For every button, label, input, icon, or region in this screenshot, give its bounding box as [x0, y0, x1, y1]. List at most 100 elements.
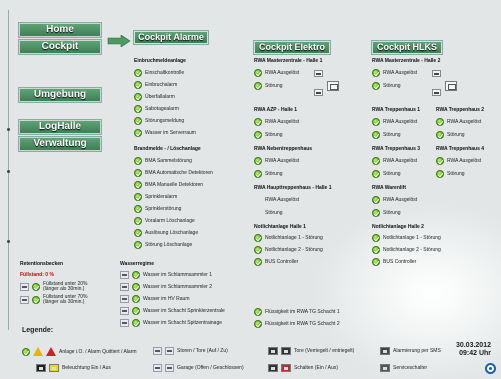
status-row[interactable]: Störung [254, 169, 283, 179]
toggle-box-icon[interactable] [432, 70, 441, 77]
status-ok-icon [134, 169, 142, 177]
retention-item-1[interactable]: Füllstand unter 20% (länger als 30min.) [20, 281, 103, 293]
notl2-title: Notlichtanlage Halle 2 [372, 224, 424, 230]
status-row[interactable]: Sprinkleralarm [134, 192, 177, 202]
status-ok-icon [254, 118, 262, 126]
status-row[interactable]: Notlichtanlage 2 - Störung [372, 245, 441, 255]
nav-home-button[interactable]: Home [19, 23, 101, 37]
tor-locked-icon [268, 347, 278, 355]
status-row[interactable]: Wasser im Serverraum [134, 128, 196, 138]
status-row[interactable]: Wasser im Schacht Spitzentrainage [120, 318, 222, 328]
record-icon[interactable] [485, 363, 496, 374]
status-row[interactable]: RWA Ausgelöst [372, 68, 417, 78]
status-ok-icon [134, 105, 142, 113]
nav-umgebung-button[interactable]: Umgebung [19, 88, 101, 102]
status-row[interactable]: Störung [436, 169, 465, 179]
status-label: RWA Ausgelöst [383, 197, 418, 203]
legend-sms: Alarmierung per SMS [380, 347, 441, 355]
status-row[interactable]: RWA Ausgelöst [254, 156, 299, 166]
status-row[interactable]: Störung Löschanlage [134, 240, 192, 250]
status-row[interactable]: Auslösung Löschanlage [134, 228, 198, 238]
status-row[interactable]: BUS Controller [372, 257, 416, 267]
storen-closed-icon [165, 347, 174, 355]
status-label: RWA Ausgelöst [447, 119, 482, 125]
status-ok-icon [32, 296, 40, 304]
retention-item-2[interactable]: Füllstand unter 70% (länger als 30min.) [20, 294, 103, 306]
status-row[interactable]: Notlichtanlage 1 - Störung [254, 233, 323, 243]
status-row[interactable]: Voralarm Löschanlage [134, 216, 195, 226]
status-row[interactable]: Einschaltkontrolle [134, 68, 184, 78]
nav-loghalle-button[interactable]: LogHalle [19, 120, 101, 134]
status-label: Störungsmeldung [145, 118, 185, 124]
status-row[interactable]: RWA Ausgelöst [372, 195, 417, 205]
status-label: Einschaltkontrolle [145, 70, 185, 76]
status-row[interactable]: Störung [372, 130, 401, 140]
status-ok-icon [254, 69, 262, 77]
status-row[interactable]: RWA Ausgelöst [254, 117, 299, 127]
status-row[interactable]: Einbruchalarm [134, 80, 177, 90]
status-ok-icon [132, 307, 140, 315]
status-ok-icon [372, 82, 380, 90]
toggle-box-icon[interactable] [314, 89, 323, 96]
nav-cockpit-button[interactable]: Cockpit [19, 40, 101, 54]
status-row[interactable]: Wasser im Schacht Sprinklerzentrale [120, 306, 225, 316]
status-row[interactable]: Störung [372, 169, 401, 179]
status-row[interactable]: RWA Ausgelöst [436, 117, 481, 127]
th1-title: RWA Treppenhaus 1 [372, 107, 421, 113]
status-ok-icon [254, 308, 262, 316]
status-row[interactable]: Wasser im HV Raum [120, 294, 190, 304]
status-row[interactable]: RWA Ausgelöst [436, 156, 481, 166]
status-row[interactable]: Flüssigkeit im RWA TG Schacht 2 [254, 319, 340, 329]
status-row[interactable]: Flüssigkeit im RWA TG Schacht 1 [254, 307, 340, 317]
cockpit-elektro-header[interactable]: Cockpit Elektro [254, 41, 330, 54]
switch-off-icon [281, 364, 291, 372]
light-off-icon [49, 364, 59, 372]
status-row[interactable]: Störung [436, 130, 465, 140]
status-row[interactable]: BMA Sammelstörung [134, 156, 192, 166]
status-ok-icon [436, 157, 444, 165]
status-row[interactable]: Notlichtanlage 1 - Störung [372, 233, 441, 243]
status-row[interactable]: Störung [254, 130, 283, 140]
status-row[interactable]: RWA Ausgelöst [372, 117, 417, 127]
status-label: Wasser im Schacht Sprinklerzentrale [143, 308, 225, 314]
cockpit-hlks-header[interactable]: Cockpit HLKS [372, 41, 442, 54]
toggle-box-icon[interactable] [314, 70, 323, 77]
status-row[interactable]: Wasser im Schlammsammler 1 [120, 270, 212, 280]
status-label: Überfallalarm [145, 94, 175, 100]
status-ok-icon [134, 81, 142, 89]
retention-title: Retentionsbecken [20, 261, 64, 267]
status-ok-icon [134, 93, 142, 101]
status-label: Störung [447, 171, 465, 177]
window-icon[interactable] [327, 81, 339, 91]
status-row[interactable]: Störung [254, 81, 283, 91]
status-row[interactable]: Wasser im Schlammsammler 2 [120, 282, 212, 292]
status-row[interactable]: Störungsmeldung [134, 116, 184, 126]
status-row[interactable]: BUS Controller [254, 257, 298, 267]
status-row[interactable]: RWA Ausgelöst [254, 68, 299, 78]
status-row[interactable]: RWA Ausgelöst [254, 195, 299, 205]
status-row[interactable]: Notlichtanlage 2 - Störung [254, 245, 323, 255]
status-row[interactable]: Überfallalarm [134, 92, 175, 102]
status-row[interactable]: Störung [372, 81, 401, 91]
status-row[interactable]: Störung [254, 208, 283, 218]
legend-service: Serviceschalter [380, 364, 427, 372]
status-label: BMA Sammelstörung [145, 158, 192, 164]
status-row[interactable]: RWA Ausgelöst [372, 156, 417, 166]
status-label: Notlichtanlage 1 - Störung [265, 235, 323, 241]
cockpit-alarme-header[interactable]: Cockpit Alarme [134, 31, 208, 44]
status-ok-icon [372, 234, 380, 242]
status-row[interactable]: BMA Automatische Detektoren [134, 168, 213, 178]
toggle-box-icon[interactable] [432, 89, 441, 96]
status-row[interactable]: BMA Manuelle Detektoren [134, 180, 203, 190]
status-label: RWA Ausgelöst [383, 158, 418, 164]
status-label: RWA Ausgelöst [265, 158, 300, 164]
status-label: Störung [265, 171, 283, 177]
status-row[interactable]: Sprinklerstörung [134, 204, 181, 214]
status-ok-icon [254, 246, 262, 254]
status-row[interactable]: Störung [372, 208, 401, 218]
window-icon[interactable] [445, 81, 457, 91]
status-box-icon [120, 295, 129, 303]
garage-closed-icon [165, 364, 174, 372]
nav-verwaltung-button[interactable]: Verwaltung [19, 137, 101, 151]
status-row[interactable]: Sabotagealarm [134, 104, 179, 114]
